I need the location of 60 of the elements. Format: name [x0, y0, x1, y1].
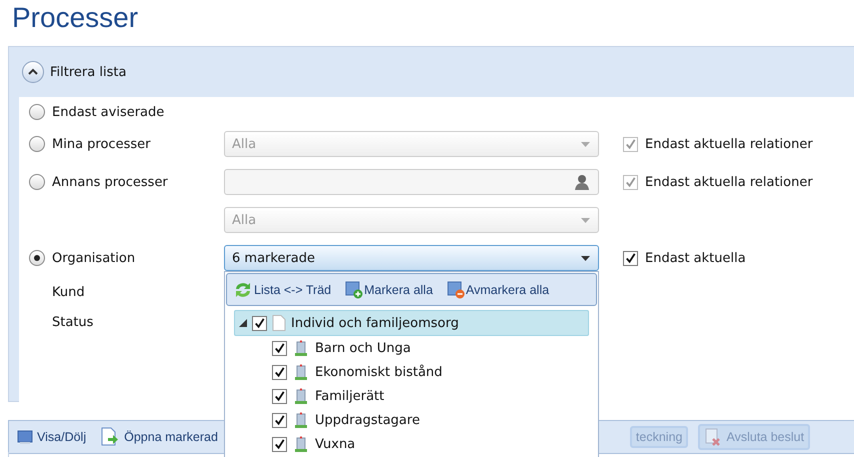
- dropdown-field[interactable]: 6 markerade: [224, 245, 599, 271]
- caret-icon: [581, 218, 590, 222]
- radio-button[interactable]: [29, 250, 45, 266]
- tree-node[interactable]: Uppdragstagare: [234, 408, 589, 432]
- tree-label: Uppdragstagare: [315, 412, 420, 428]
- tree-node[interactable]: Individ och familjeomsorg: [234, 310, 589, 336]
- page-icon: [272, 315, 286, 331]
- checkbox[interactable]: [272, 388, 287, 404]
- building-icon: [294, 364, 308, 380]
- tree-label: Vuxna: [315, 436, 356, 452]
- tree-label: Individ och familjeomsorg: [291, 316, 459, 330]
- radio-button[interactable]: [29, 136, 45, 152]
- radio-button[interactable]: [29, 104, 45, 120]
- toolbar-button[interactable]: Öppna markerad: [98, 424, 220, 450]
- building-icon: [294, 388, 308, 404]
- add-icon: [345, 280, 364, 298]
- radio-button[interactable]: [29, 174, 45, 190]
- open-icon: [100, 427, 120, 447]
- caret-icon: [581, 256, 590, 260]
- tree-node[interactable]: Ekonomiskt bistånd: [234, 360, 589, 384]
- person-icon: [574, 174, 590, 190]
- caret-icon: [581, 142, 590, 146]
- page-title: Processer: [11, 1, 140, 35]
- radio-label: Endast aviserade: [52, 104, 166, 120]
- dropdown-toolbar-button[interactable]: Avmarkera alla: [446, 280, 550, 298]
- collapse-button[interactable]: [22, 61, 44, 83]
- checkbox-label: Endast aktuella relationer: [645, 136, 813, 152]
- checkbox[interactable]: [272, 412, 287, 428]
- toolbar-button[interactable]: Visa/Dölj: [15, 426, 88, 448]
- remove-icon: [446, 280, 465, 298]
- tree-label: Barn och Unga: [315, 340, 411, 356]
- radio-label: Organisation: [52, 250, 136, 266]
- panel-title: Filtrera lista: [50, 64, 126, 80]
- field-label: Kund: [52, 284, 86, 300]
- checkbox[interactable]: [623, 250, 638, 266]
- person-field[interactable]: [224, 169, 599, 195]
- dropdown-toolbar-button[interactable]: Markera alla: [345, 280, 433, 298]
- close-icon: [704, 428, 722, 446]
- refresh-icon: [233, 280, 253, 298]
- chevron-up-icon: [28, 68, 38, 76]
- checkbox[interactable]: [252, 316, 267, 330]
- checkbox-label: Endast aktuella: [645, 250, 746, 266]
- dropdown-toolbar-button[interactable]: Lista <-> Träd: [233, 280, 332, 298]
- checkbox[interactable]: [272, 436, 287, 452]
- building-icon: [294, 412, 308, 428]
- building-icon: [294, 436, 308, 452]
- tree-label: Ekonomiskt bistånd: [315, 364, 442, 380]
- expander-icon[interactable]: [239, 319, 247, 327]
- checkbox[interactable]: [272, 340, 287, 356]
- tree-label: Familjerätt: [315, 388, 384, 404]
- tree-node[interactable]: Barn och Unga: [234, 336, 589, 360]
- window-icon: [17, 429, 33, 445]
- tree-node[interactable]: Familjerätt: [234, 384, 589, 408]
- tree-node[interactable]: Vuxna: [234, 432, 589, 456]
- field-label: Status: [52, 314, 94, 330]
- building-icon: [294, 340, 308, 356]
- radio-label: Annans processer: [52, 174, 169, 190]
- radio-label: Mina processer: [52, 136, 152, 152]
- checkbox[interactable]: [272, 364, 287, 380]
- checkbox-label: Endast aktuella relationer: [645, 174, 813, 190]
